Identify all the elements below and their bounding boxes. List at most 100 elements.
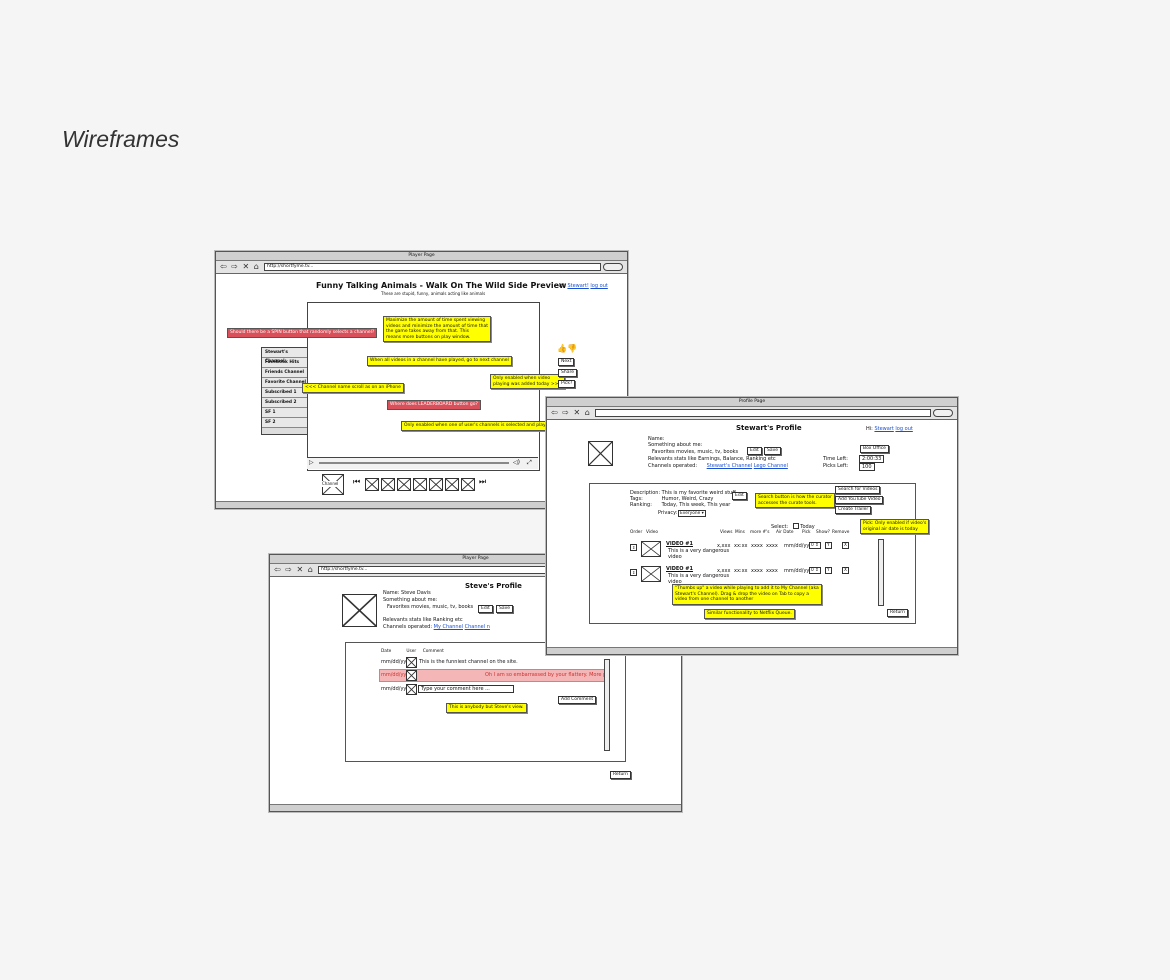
hi-label: Hi: [866, 426, 873, 432]
channel-item[interactable]: SF 1 [262, 408, 307, 418]
today-checkbox[interactable] [792, 523, 799, 529]
column-header: Air Date [776, 530, 794, 535]
search-videos-button[interactable]: Search for Videos [835, 486, 881, 494]
channel-item[interactable]: Subscribed 1 [262, 388, 307, 398]
play-icon[interactable]: ▷ [309, 460, 314, 466]
pick-button[interactable]: Pick? [558, 380, 576, 388]
remove-button[interactable]: X [842, 567, 849, 574]
show-select[interactable]: Y [825, 542, 832, 549]
logout-link[interactable]: log out [895, 426, 912, 432]
video-title[interactable]: VIDEO #1 [666, 541, 693, 547]
video-thumbnail[interactable] [413, 478, 427, 491]
ranking-value: Today, This week, This year [661, 502, 731, 508]
pick-stepper[interactable]: 0 ⇕ [809, 542, 821, 549]
edit-button[interactable]: Edit [478, 605, 493, 613]
remove-button[interactable]: X [842, 542, 849, 549]
volume-icon[interactable]: ◁) [513, 460, 520, 466]
save-button[interactable]: Save [496, 605, 514, 613]
comment-input[interactable]: Type your comment here ... [418, 685, 514, 693]
pick-stepper[interactable]: 0 ⇕ [809, 567, 821, 574]
channel-link[interactable]: My Channel [434, 624, 463, 630]
video-row[interactable]: ⇕ VIDEO #1 This is a very dangerous vide… [630, 539, 860, 561]
channel-item[interactable]: Stewart's Channel [262, 348, 307, 364]
video-title[interactable]: VIDEO #1 [666, 566, 693, 572]
user-link[interactable]: Stewart [874, 426, 893, 432]
thumbs-icon[interactable]: 👍👎 [557, 344, 577, 353]
user-link[interactable]: Stewart! [567, 283, 588, 289]
video-thumbnail[interactable] [397, 478, 411, 491]
favorites-text: Favorites movies, music, tv, books [652, 449, 739, 455]
hi-label: Hi: [559, 283, 566, 289]
user-greeting: Hi: Stewart! log out [559, 283, 608, 289]
add-comment-button[interactable]: Add Comment [558, 696, 597, 704]
channel-item[interactable]: Subscribed 2 [262, 398, 307, 408]
leaderboard-note: Where does LEADERBOARD button go? [387, 400, 481, 410]
video-thumbnail[interactable] [445, 478, 459, 491]
note-line: original air date is today [863, 526, 918, 532]
browser-nav-icons[interactable]: ⇦ ⇨ ✕ ⌂ [551, 408, 591, 418]
next-icon[interactable]: ⏭ [479, 478, 486, 486]
profile-photo [342, 594, 377, 627]
note-line: means more buttons on play window. [386, 334, 471, 340]
name-line: Name: Steve Davis [383, 590, 431, 596]
channel-item[interactable]: Friends Channel [262, 368, 307, 378]
video-air-date: mm/dd/yy [784, 568, 810, 574]
address-bar[interactable]: http://shortfyme.tv... [264, 263, 601, 271]
comment-text: Oh I am so embarrassed by your flattery.… [485, 672, 611, 678]
edit-button[interactable]: Edit [747, 447, 762, 455]
scrollbar[interactable] [604, 659, 610, 751]
logout-link[interactable]: log out [590, 283, 607, 289]
time-left-label: Time Left: [823, 456, 848, 462]
address-bar[interactable] [595, 409, 931, 417]
next-button[interactable]: Next [558, 358, 575, 366]
channel-list[interactable]: Stewart's Channel Facebook Hits Friends … [261, 347, 308, 435]
browser-nav-icons[interactable]: ⇦ ⇨ ✕ ⌂ [220, 262, 260, 272]
video-more: xxxx [766, 568, 778, 574]
share-button[interactable]: Share [558, 369, 577, 377]
search-pill[interactable] [933, 409, 953, 417]
col-user: User [406, 649, 417, 654]
browser-nav-bar: ⇦ ⇨ ✕ ⌂ http://shortfyme.tv... [216, 261, 627, 274]
video-thumbnail[interactable] [461, 478, 475, 491]
video-thumbnail[interactable] [381, 478, 395, 491]
channel-link[interactable]: Channel n [465, 624, 490, 630]
fullscreen-icon[interactable]: ⤢ [527, 460, 532, 466]
edit-button[interactable]: Edit [732, 492, 747, 500]
user-avatar [406, 684, 417, 695]
create-trailer-button[interactable]: Create Trailer [835, 506, 872, 514]
progress-bar[interactable] [319, 462, 509, 464]
box-office-button[interactable]: Box Office [860, 445, 889, 453]
video-views: x,xxx [717, 568, 731, 574]
return-button[interactable]: Return [887, 609, 908, 617]
channel-item[interactable]: Facebook Hits [262, 358, 307, 368]
profile-page-window: Profile Page ⇦ ⇨ ✕ ⌂ Stewart's Profile H… [546, 397, 958, 655]
column-headers: Date User Comment [381, 649, 444, 655]
column-header: Views [720, 530, 733, 535]
prev-icon[interactable]: ⏮ [353, 478, 360, 486]
show-select[interactable]: Y [825, 567, 832, 574]
comment-text: This is the funniest channel on the site… [419, 659, 518, 665]
picks-left-value: 100 [859, 463, 875, 471]
add-youtube-button[interactable]: Add YouTube Video [835, 496, 884, 504]
scrollbar[interactable] [878, 539, 884, 606]
save-button[interactable]: Save [764, 447, 782, 455]
profile-title: Stewart's Profile [736, 424, 802, 432]
channel-item[interactable]: Favorite Channel [262, 378, 307, 388]
search-pill[interactable] [603, 263, 623, 271]
return-button[interactable]: Return [610, 771, 631, 779]
privacy-select[interactable]: Everyone ▾ [678, 510, 706, 517]
channel-label: Channel [322, 481, 339, 487]
thumbnail-strip [365, 478, 477, 491]
column-header: Remove [832, 530, 850, 535]
video-thumbnail[interactable] [429, 478, 443, 491]
video-thumbnail[interactable] [365, 478, 379, 491]
video-row[interactable]: ⇕ VIDEO #1 This is a very dangerous vide… [630, 564, 860, 586]
order-stepper[interactable]: ⇕ [630, 569, 638, 576]
channel-item[interactable]: SF 2 [262, 418, 307, 428]
channel-link[interactable]: Lego Channel [754, 463, 788, 469]
pick-value: 0 [811, 568, 814, 573]
channel-link[interactable]: Stewart's Channel [707, 463, 752, 469]
video-title: Funny Talking Animals - Walk On The Wild… [316, 281, 567, 290]
browser-nav-icons[interactable]: ⇦ ⇨ ✕ ⌂ [274, 565, 314, 575]
order-stepper[interactable]: ⇕ [630, 544, 638, 551]
